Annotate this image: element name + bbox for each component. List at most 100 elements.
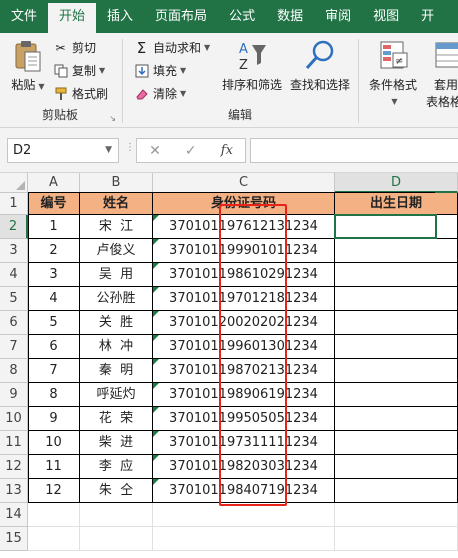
table-cell[interactable]: 2 — [28, 239, 80, 263]
table-cell[interactable]: 柴 进 — [80, 431, 153, 455]
select-all-button[interactable] — [0, 173, 28, 193]
table-cell[interactable]: 公孙胜 — [80, 287, 153, 311]
empty-cell[interactable] — [80, 503, 153, 527]
empty-cell[interactable] — [28, 503, 80, 527]
table-cell[interactable]: 9 — [28, 407, 80, 431]
row-header[interactable]: 13 — [0, 479, 28, 503]
tab-home[interactable]: 开始 — [48, 3, 97, 33]
table-cell[interactable]: 花 荣 — [80, 407, 153, 431]
name-box[interactable]: D2 ▼ — [7, 138, 119, 163]
tab-view[interactable]: 视图 — [362, 0, 410, 33]
table-cell[interactable]: 8 — [28, 383, 80, 407]
table-cell[interactable]: 朱 仝 — [80, 479, 153, 503]
enter-icon[interactable]: ✓ — [185, 143, 197, 159]
table-cell[interactable]: 10 — [28, 431, 80, 455]
row-header[interactable]: 12 — [0, 455, 28, 479]
error-indicator-icon[interactable] — [153, 287, 159, 293]
row-header[interactable]: 10 — [0, 407, 28, 431]
tab-review[interactable]: 审阅 — [314, 0, 362, 33]
sort-filter-button[interactable]: A Z 排序和筛选 — [220, 39, 284, 93]
error-indicator-icon[interactable] — [153, 479, 159, 485]
row-header[interactable]: 11 — [0, 431, 28, 455]
error-indicator-icon[interactable] — [153, 263, 159, 269]
format-painter-button[interactable]: 格式刷 — [53, 85, 108, 102]
table-cell[interactable]: 7 — [28, 359, 80, 383]
copy-button[interactable]: 复制 ▼ — [53, 62, 105, 79]
error-indicator-icon[interactable] — [153, 407, 159, 413]
table-cell[interactable]: 4 — [28, 287, 80, 311]
table-cell[interactable] — [335, 455, 458, 479]
error-indicator-icon[interactable] — [153, 239, 159, 245]
empty-cell[interactable] — [153, 503, 335, 527]
row-header[interactable]: 15 — [0, 527, 28, 551]
row-header[interactable]: 1 — [0, 193, 28, 215]
table-cell[interactable]: 6 — [28, 335, 80, 359]
row-header[interactable]: 14 — [0, 503, 28, 527]
table-cell[interactable]: 12 — [28, 479, 80, 503]
row-header[interactable]: 9 — [0, 383, 28, 407]
row-header[interactable]: 2 — [0, 215, 28, 239]
table-cell[interactable] — [335, 287, 458, 311]
row-header[interactable]: 3 — [0, 239, 28, 263]
autosum-button[interactable]: Σ 自动求和 ▼ — [134, 39, 210, 57]
format-as-table-button[interactable]: 套用 表格格 — [426, 39, 458, 110]
table-cell[interactable] — [335, 335, 458, 359]
table-cell[interactable] — [335, 479, 458, 503]
row-header[interactable]: 6 — [0, 311, 28, 335]
dialog-launcher-icon[interactable]: ↘ — [109, 114, 116, 123]
table-cell[interactable]: 李 应 — [80, 455, 153, 479]
column-header[interactable]: D — [335, 173, 458, 193]
table-cell[interactable]: 关 胜 — [80, 311, 153, 335]
empty-cell[interactable] — [335, 527, 458, 551]
table-cell[interactable] — [335, 239, 458, 263]
table-cell[interactable] — [335, 383, 458, 407]
table-cell[interactable]: 卢俊义 — [80, 239, 153, 263]
fill-button[interactable]: 填充 ▼ — [134, 62, 186, 79]
table-cell[interactable]: 5 — [28, 311, 80, 335]
column-header[interactable]: B — [80, 173, 153, 193]
table-cell[interactable]: 林 冲 — [80, 335, 153, 359]
table-header-cell[interactable]: 出生日期 — [335, 193, 458, 215]
splitter-dots[interactable]: ⋮ — [125, 142, 136, 153]
error-indicator-icon[interactable] — [153, 215, 159, 221]
error-indicator-icon[interactable] — [153, 311, 159, 317]
tab-page-layout[interactable]: 页面布局 — [144, 0, 218, 33]
clear-button[interactable]: 清除 ▼ — [134, 85, 186, 102]
table-cell[interactable] — [335, 431, 458, 455]
empty-cell[interactable] — [335, 503, 458, 527]
table-cell[interactable]: 呼延灼 — [80, 383, 153, 407]
table-header-cell[interactable]: 姓名 — [80, 193, 153, 215]
table-cell[interactable]: 3 — [28, 263, 80, 287]
table-cell[interactable] — [335, 359, 458, 383]
row-header[interactable]: 4 — [0, 263, 28, 287]
error-indicator-icon[interactable] — [153, 431, 159, 437]
row-header[interactable]: 7 — [0, 335, 28, 359]
error-indicator-icon[interactable] — [153, 359, 159, 365]
tab-formulas[interactable]: 公式 — [218, 0, 266, 33]
paste-button[interactable]: 粘贴 ▼ — [8, 39, 48, 93]
table-cell[interactable]: 宋 江 — [80, 215, 153, 239]
table-cell[interactable] — [335, 407, 458, 431]
error-indicator-icon[interactable] — [153, 383, 159, 389]
cut-button[interactable]: ✂ 剪切 — [53, 39, 96, 56]
table-cell[interactable] — [335, 311, 458, 335]
tab-data[interactable]: 数据 — [266, 0, 314, 33]
table-cell[interactable]: 1 — [28, 215, 80, 239]
error-indicator-icon[interactable] — [153, 455, 159, 461]
tab-file[interactable]: 文件 — [0, 0, 48, 33]
empty-cell[interactable] — [153, 527, 335, 551]
column-header[interactable]: A — [28, 173, 80, 193]
table-cell[interactable] — [335, 263, 458, 287]
find-select-button[interactable]: 查找和选择 — [288, 39, 352, 93]
tab-insert[interactable]: 插入 — [96, 0, 144, 33]
formula-input[interactable] — [250, 138, 458, 163]
error-indicator-icon[interactable] — [153, 335, 159, 341]
table-cell[interactable]: 11 — [28, 455, 80, 479]
conditional-format-button[interactable]: ≠ 条件格式 ▼ — [366, 39, 420, 107]
table-cell[interactable]: 吴 用 — [80, 263, 153, 287]
row-header[interactable]: 8 — [0, 359, 28, 383]
cancel-icon[interactable]: ✕ — [149, 143, 161, 159]
column-header[interactable]: C — [153, 173, 335, 193]
insert-function-icon[interactable]: fx — [221, 143, 233, 158]
tab-developer[interactable]: 开 — [410, 0, 445, 33]
